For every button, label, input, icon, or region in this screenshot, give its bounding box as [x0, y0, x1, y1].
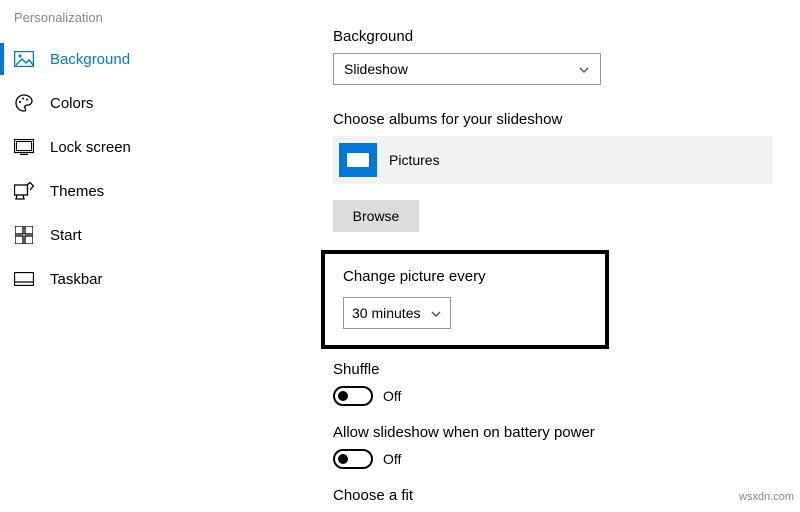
folder-thumbnail-icon	[339, 143, 377, 177]
chevron-down-icon	[578, 63, 590, 75]
highlight-box: Change picture every 30 minutes	[321, 250, 609, 349]
background-label: Background	[333, 28, 780, 45]
taskbar-icon	[14, 269, 34, 289]
start-icon	[14, 225, 34, 245]
toggle-knob	[338, 454, 348, 464]
shuffle-state: Off	[383, 388, 401, 404]
palette-icon	[14, 93, 34, 113]
sidebar-item-label: Taskbar	[50, 271, 103, 288]
watermark: wsxdn.com	[739, 491, 794, 503]
browse-button[interactable]: Browse	[333, 200, 419, 232]
battery-state: Off	[383, 451, 401, 467]
album-name: Pictures	[389, 152, 440, 168]
sidebar-item-taskbar[interactable]: Taskbar	[0, 257, 220, 301]
picture-icon	[14, 49, 34, 69]
sidebar-item-background[interactable]: Background	[0, 37, 220, 81]
toggle-knob	[338, 391, 348, 401]
albums-label: Choose albums for your slideshow	[333, 111, 780, 128]
main-content: Background Slideshow Choose albums for y…	[333, 28, 780, 512]
sidebar-item-colors[interactable]: Colors	[0, 81, 220, 125]
album-row[interactable]: Pictures	[333, 136, 773, 184]
chevron-down-icon	[430, 307, 442, 319]
shuffle-toggle-row: Off	[333, 386, 780, 406]
battery-label: Allow slideshow when on battery power	[333, 424, 780, 441]
sidebar-item-label: Start	[50, 227, 82, 244]
shuffle-toggle[interactable]	[333, 386, 373, 406]
sidebar-item-label: Lock screen	[50, 139, 131, 156]
background-dropdown[interactable]: Slideshow	[333, 53, 601, 85]
sidebar-item-start[interactable]: Start	[0, 213, 220, 257]
sidebar-title: Personalization	[0, 4, 220, 37]
sidebar-item-label: Colors	[50, 95, 93, 112]
interval-dropdown-value: 30 minutes	[352, 305, 420, 321]
battery-toggle-row: Off	[333, 449, 780, 469]
shuffle-label: Shuffle	[333, 361, 780, 378]
sidebar: Personalization Background Colors Lock s…	[0, 0, 220, 301]
lockscreen-icon	[14, 137, 34, 157]
sidebar-item-label: Themes	[50, 183, 104, 200]
interval-label: Change picture every	[343, 268, 587, 285]
sidebar-item-themes[interactable]: Themes	[0, 169, 220, 213]
sidebar-item-label: Background	[50, 51, 130, 68]
fit-label: Choose a fit	[333, 487, 780, 504]
battery-toggle[interactable]	[333, 449, 373, 469]
interval-dropdown[interactable]: 30 minutes	[343, 297, 451, 329]
sidebar-item-lockscreen[interactable]: Lock screen	[0, 125, 220, 169]
background-dropdown-value: Slideshow	[344, 61, 408, 77]
themes-icon	[14, 181, 34, 201]
